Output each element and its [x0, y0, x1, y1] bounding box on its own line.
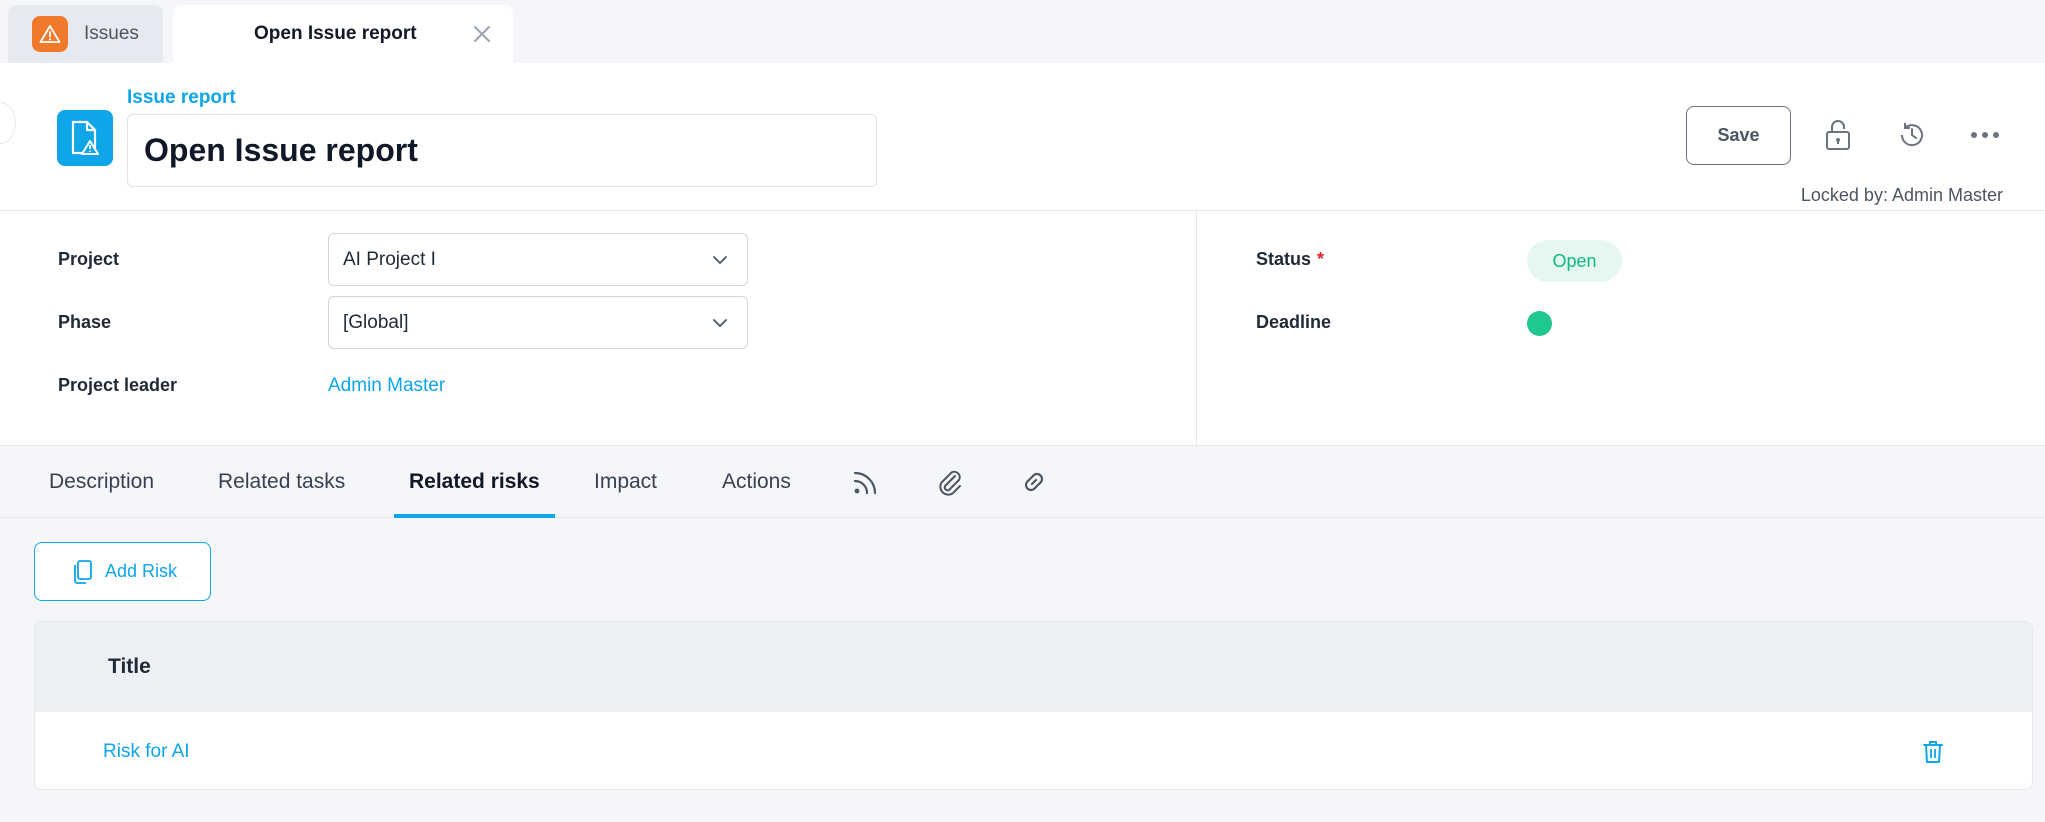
project-label: Project: [58, 249, 120, 269]
chevron-down-icon: [711, 251, 729, 275]
project-select-value: AI Project I: [343, 248, 436, 270]
risk-title-link[interactable]: Risk for AI: [103, 741, 190, 763]
table-row: Risk for AI: [35, 712, 2032, 789]
document-tab-bar: Issues Open Issue report: [0, 0, 2045, 63]
copy-icon: [71, 559, 93, 585]
tab-description[interactable]: Description: [49, 446, 154, 518]
link-icon[interactable]: [1016, 464, 1052, 500]
active-tab-indicator: [394, 514, 555, 518]
issue-document-icon: [57, 110, 113, 166]
title-input[interactable]: [127, 114, 877, 187]
deadline-status-dot[interactable]: [1527, 311, 1552, 336]
deadline-label: Deadline: [1256, 312, 1332, 332]
save-button[interactable]: Save: [1686, 106, 1791, 165]
record-header: Issue report Save Locked by: Admin Maste…: [0, 63, 2045, 211]
status-label-text: Status: [1256, 249, 1312, 269]
warning-icon: [32, 16, 68, 52]
project-leader-label: Project leader: [58, 375, 178, 395]
tab-active-label: Open Issue report: [254, 23, 417, 44]
project-leader-link[interactable]: Admin Master: [328, 375, 445, 397]
add-risk-label: Add Risk: [105, 561, 178, 581]
trash-icon[interactable]: [1918, 737, 1948, 767]
lock-icon[interactable]: [1819, 116, 1857, 154]
phase-select-value: [Global]: [343, 311, 409, 333]
tab-actions[interactable]: Actions: [722, 446, 791, 518]
tab-related-tasks[interactable]: Related tasks: [218, 446, 345, 518]
more-options-icon[interactable]: [1966, 116, 2004, 154]
history-icon[interactable]: [1893, 116, 1931, 154]
section-tab-bar: Description Related tasks Related risks …: [0, 446, 2045, 518]
sidebar-toggle-handle[interactable]: [0, 102, 16, 144]
tab-open-issue-report[interactable]: Open Issue report: [173, 5, 513, 63]
tab-related-risks[interactable]: Related risks: [409, 446, 540, 518]
phase-select[interactable]: [Global]: [328, 296, 748, 349]
paperclip-icon[interactable]: [932, 464, 968, 500]
table-header: Title: [35, 622, 2032, 712]
locked-by-text: Locked by: Admin Master: [1800, 185, 2003, 205]
phase-label: Phase: [58, 312, 112, 332]
related-risks-table: Title Risk for AI: [34, 621, 2033, 790]
column-header-title[interactable]: Title: [108, 655, 151, 679]
required-marker: *: [1317, 249, 1325, 269]
add-risk-button[interactable]: Add Risk: [34, 542, 211, 601]
issue-details-form: Project AI Project I Phase [Global] Proj…: [0, 211, 2045, 446]
status-label: Status *: [1256, 249, 1324, 270]
tab-issues-label: Issues: [84, 23, 139, 44]
chevron-down-icon: [711, 314, 729, 338]
project-select[interactable]: AI Project I: [328, 233, 748, 286]
breadcrumb[interactable]: Issue report: [127, 87, 236, 109]
tab-impact[interactable]: Impact: [594, 446, 657, 518]
status-badge[interactable]: Open: [1527, 240, 1622, 282]
rss-icon[interactable]: [848, 464, 884, 500]
tab-issues[interactable]: Issues: [8, 5, 163, 63]
form-column-divider: [1196, 211, 1197, 446]
close-icon[interactable]: [469, 21, 495, 47]
